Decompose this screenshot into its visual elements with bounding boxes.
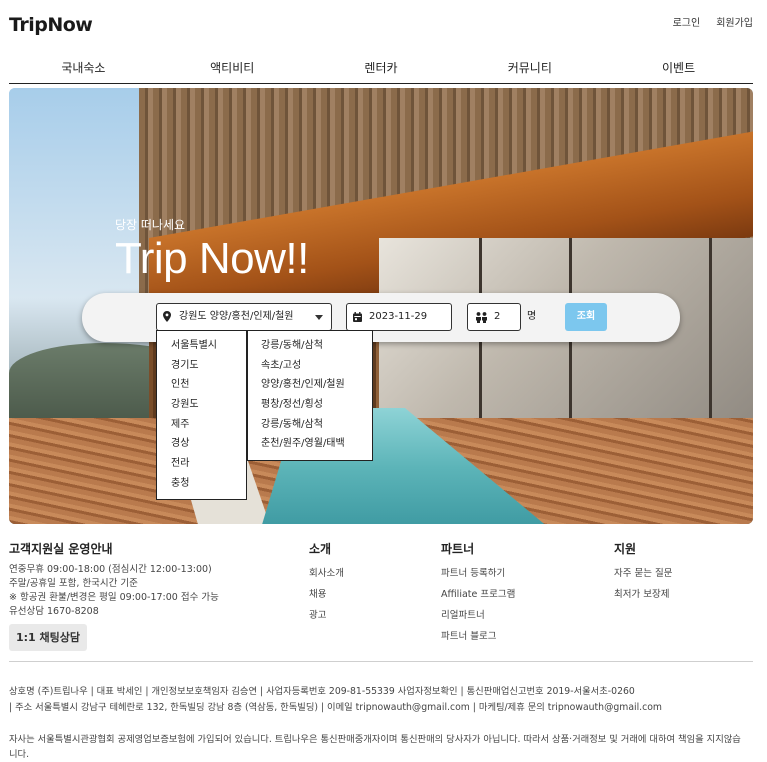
guest-unit-label: 명	[527, 311, 537, 322]
footer-link[interactable]: 리얼파트너	[441, 605, 515, 626]
nav-item-rentcar[interactable]: 렌터카	[307, 54, 456, 83]
hero-glass-wall	[379, 238, 753, 448]
footer-link[interactable]: 자주 묻는 질문	[614, 563, 672, 584]
hero-window-frame	[709, 238, 712, 448]
hero-title: Trip Now!!	[115, 234, 309, 283]
help-column: 지원 자주 묻는 질문 최저가 보장제	[614, 540, 672, 605]
about-title: 소개	[309, 542, 332, 556]
footer-link[interactable]: 파트너 등록하기	[441, 563, 515, 584]
partners-column: 파트너 파트너 등록하기 Affiliate 프로그램 리얼파트너 파트너 블로…	[441, 540, 515, 647]
footer-link[interactable]: 채용	[309, 584, 344, 605]
search-button[interactable]: 조회	[565, 303, 607, 331]
nav-item-domestic-stay[interactable]: 국내숙소	[9, 54, 158, 83]
company-info-line: 상호명 (주)트립나우 | 대표 박세인 | 개인정보보호책임자 김승연 | 사…	[9, 686, 635, 697]
support-title: 고객지원실 운영안내	[9, 542, 113, 556]
province-option[interactable]: 강원도	[157, 395, 246, 415]
chevron-down-icon	[315, 315, 323, 320]
main-nav: 국내숙소 액티비티 렌터카 커뮤니티 이벤트	[9, 54, 753, 84]
login-link[interactable]: 로그인	[673, 14, 701, 29]
address-line: | 주소 서울특별시 강남구 테헤란로 132, 한독빌딩 강남 8층 (역삼동…	[9, 702, 662, 713]
disclaimer: 자사는 서울특별시관광협회 공제영업보증보험에 가입되어 있습니다. 트립나우은…	[9, 734, 741, 760]
footer-link[interactable]: Affiliate 프로그램	[441, 584, 515, 605]
province-option[interactable]: 충청	[157, 474, 246, 494]
region-select[interactable]: 강원도 양양/홍천/인제/철원	[156, 303, 332, 331]
support-info: 고객지원실 운영안내 연중무휴 09:00-18:00 (점심시간 12:00-…	[9, 540, 219, 651]
area-option[interactable]: 양양/홍천/인제/철원	[248, 375, 372, 395]
partners-title: 파트너	[441, 542, 475, 556]
footer-link[interactable]: 파트너 블로그	[441, 626, 515, 647]
support-line: 유선상담 1670-8208	[9, 606, 99, 617]
support-line: ※ 항공권 환불/변경은 평일 09:00-17:00 접수 가능	[9, 592, 219, 603]
support-line: 연중무휴 09:00-18:00 (점심시간 12:00-13:00)	[9, 564, 212, 575]
area-option[interactable]: 춘천/원주/영월/태백	[248, 434, 372, 454]
footer-link[interactable]: 광고	[309, 605, 344, 626]
date-field-value: 2023-11-29	[369, 311, 428, 322]
location-pin-icon	[163, 311, 171, 322]
logo[interactable]: TripNow	[9, 14, 93, 36]
hero-window-frame	[569, 238, 572, 448]
date-field[interactable]: 2023-11-29	[346, 303, 452, 331]
nav-item-event[interactable]: 이벤트	[604, 54, 753, 83]
province-option[interactable]: 제주	[157, 415, 246, 435]
hero-window-frame	[479, 238, 482, 448]
support-line: 주말/공휴일 포함, 한국시간 기준	[9, 578, 138, 589]
calendar-icon	[353, 312, 362, 322]
area-option[interactable]: 강릉/동해/삼척	[248, 415, 372, 435]
province-dropdown: 서울특별시 경기도 인천 강원도 제주 경상 전라 충청	[156, 330, 247, 500]
footer-link[interactable]: 최저가 보장제	[614, 584, 672, 605]
region-select-value: 강원도 양양/홍천/인제/철원	[179, 311, 294, 322]
people-icon	[476, 312, 487, 323]
area-dropdown: 강릉/동해/삼척 속초/고성 양양/홍천/인제/철원 평창/정선/횡성 강릉/동…	[247, 330, 373, 461]
area-option[interactable]: 강릉/동해/삼척	[248, 336, 372, 356]
auth-links: 로그인 회원가입	[673, 14, 753, 29]
about-column: 소개 회사소개 채용 광고	[309, 540, 344, 626]
area-option[interactable]: 평창/정선/횡성	[248, 395, 372, 415]
province-option[interactable]: 경상	[157, 434, 246, 454]
site-header: TripNow 로그인 회원가입	[0, 0, 767, 50]
province-option[interactable]: 경기도	[157, 356, 246, 376]
guest-count-value: 2	[494, 311, 501, 322]
hero-subtitle: 당장 떠나세요	[115, 218, 186, 232]
province-option[interactable]: 전라	[157, 454, 246, 474]
province-option[interactable]: 서울특별시	[157, 336, 246, 356]
hero-banner: 당장 떠나세요 Trip Now!! 강원도 양양/홍천/인제/철원 2023-…	[9, 88, 753, 524]
nav-item-community[interactable]: 커뮤니티	[455, 54, 604, 83]
help-title: 지원	[614, 542, 637, 556]
nav-item-activity[interactable]: 액티비티	[158, 54, 307, 83]
chat-consult-button[interactable]: 1:1 채팅상담	[9, 624, 87, 651]
legal-info: 상호명 (주)트립나우 | 대표 박세인 | 개인정보보호책임자 김승연 | 사…	[9, 684, 753, 762]
signup-link[interactable]: 회원가입	[716, 14, 753, 29]
province-option[interactable]: 인천	[157, 375, 246, 395]
footer-divider	[9, 661, 753, 662]
footer-link[interactable]: 회사소개	[309, 563, 344, 584]
area-option[interactable]: 속초/고성	[248, 356, 372, 376]
guest-count-input[interactable]: 2	[467, 303, 521, 331]
